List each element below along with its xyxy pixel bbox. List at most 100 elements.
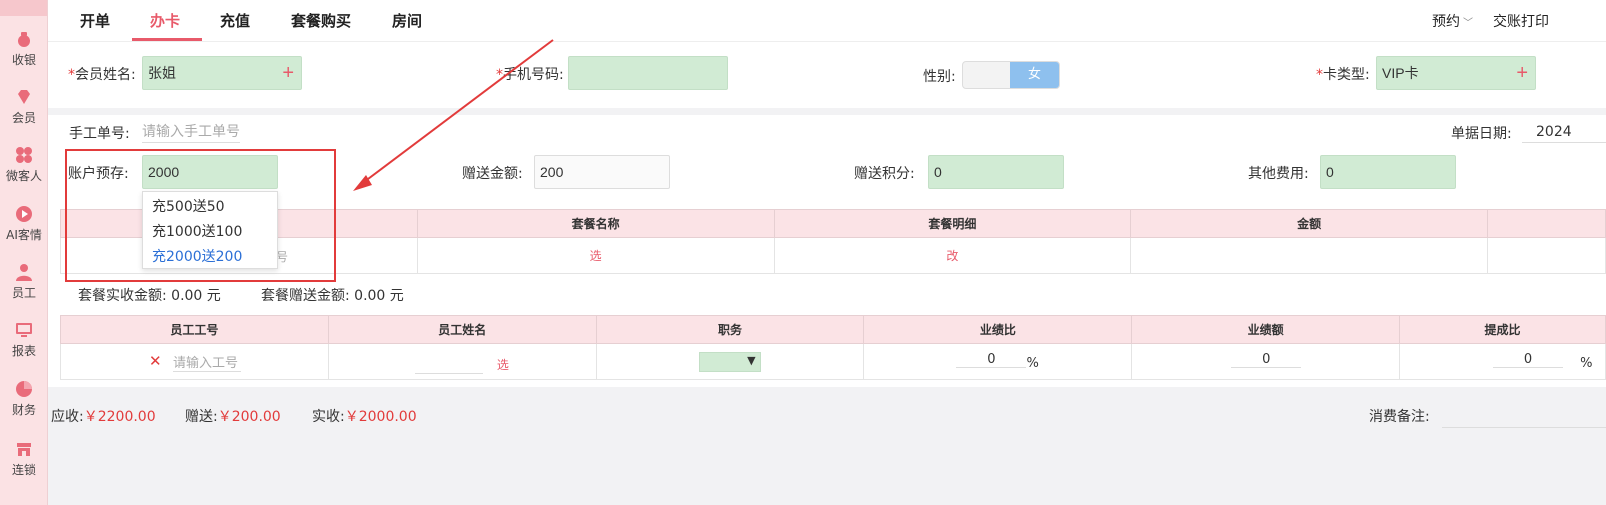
- manual-no-input[interactable]: 请输入手工单号: [142, 121, 240, 143]
- gender-label: 性别:: [923, 69, 956, 85]
- sidebar-item-label: 连锁: [11, 463, 36, 477]
- package-table-header: 套餐名称 套餐明细 金额: [60, 209, 1606, 238]
- phone-label: *手机号码:: [496, 67, 564, 83]
- reserve-label: 预约: [1432, 14, 1460, 30]
- other-fee-input[interactable]: 0: [1320, 155, 1456, 189]
- remark-label: 消费备注:: [1369, 409, 1430, 425]
- package-col-detail: 套餐明细: [773, 209, 1132, 238]
- tab-bar: 开单 办卡 充值 套餐购买 房间 预约 ﹀ 交账打印: [48, 0, 1606, 42]
- card-type-input[interactable]: VIP卡 +: [1376, 56, 1536, 90]
- staff-ratio-cell: 0 %: [863, 343, 1133, 380]
- monitor-icon: [16, 323, 32, 337]
- package-col-amount: 金额: [1130, 209, 1489, 238]
- main-area: 开单 办卡 充值 套餐购买 房间 预约 ﹀ 交账打印 *会员姓名: 张姐 + *手…: [48, 0, 1606, 505]
- package-table: 套餐名称 套餐明细 金额 号 选 改: [60, 209, 1606, 274]
- checkout-print-button[interactable]: 交账打印: [1493, 11, 1549, 31]
- deposit-option-500[interactable]: 充500送50: [152, 196, 225, 216]
- member-name-label: *会员姓名:: [68, 67, 136, 83]
- select-package-button[interactable]: 选: [590, 249, 602, 263]
- sidebar: 收银 会员 微客人 AI客情 员工 报表 财务 连锁: [0, 0, 48, 505]
- person-icon: [16, 264, 32, 281]
- sidebar-item-reports[interactable]: 报表: [0, 321, 48, 359]
- add-icon[interactable]: +: [1516, 57, 1528, 89]
- position-select[interactable]: ▼: [698, 352, 761, 372]
- gift-amount-label: 赠送金额:: [462, 166, 523, 182]
- package-amount-cell: [1130, 237, 1489, 274]
- reserve-menu[interactable]: 预约 ﹀: [1432, 11, 1473, 31]
- gender-toggle[interactable]: 女: [962, 61, 1060, 89]
- staff-no-input[interactable]: 请输入工号: [173, 352, 241, 372]
- deposit-option-2000[interactable]: 充2000送200: [152, 246, 242, 266]
- deposit-dropdown: 充500送50 充1000送100 充2000送200: [142, 191, 278, 269]
- deposit-label: 账户预存:: [68, 166, 129, 182]
- ratio-percent: %: [1026, 356, 1039, 371]
- cash-register-icon: [18, 32, 30, 47]
- table-row: ✕ 请输入工号 选 ▼ 0 % 0 0 %: [60, 343, 1606, 380]
- staff-col-commission: 提成比: [1399, 315, 1606, 344]
- sidebar-item-member[interactable]: 会员: [0, 88, 48, 126]
- select-staff-button[interactable]: 选: [497, 356, 509, 373]
- commission-percent: %: [1580, 356, 1593, 371]
- sidebar-top-strip: [0, 0, 47, 16]
- commission-input[interactable]: 0: [1493, 352, 1564, 368]
- staff-col-amount: 业绩额: [1131, 315, 1401, 344]
- staff-col-name: 员工姓名: [327, 315, 597, 344]
- date-input[interactable]: 2024: [1522, 121, 1606, 143]
- staff-amount-cell: 0: [1131, 343, 1401, 380]
- pie-chart-icon: [16, 381, 32, 397]
- sidebar-item-label: 会员: [11, 111, 36, 125]
- staff-col-ratio: 业绩比: [863, 315, 1133, 344]
- edit-package-button[interactable]: 改: [946, 249, 958, 263]
- date-label: 单据日期:: [1451, 126, 1512, 142]
- gift-points-input[interactable]: 0: [928, 155, 1064, 189]
- sidebar-item-label: 微客人: [5, 169, 42, 183]
- table-row: 号 选 改: [60, 237, 1606, 274]
- package-col-name: 套餐名称: [416, 209, 775, 238]
- add-icon[interactable]: +: [282, 57, 294, 89]
- close-icon[interactable]: ✕: [149, 352, 162, 370]
- chevron-down-icon: ﹀: [1463, 18, 1473, 29]
- tab-room[interactable]: 房间: [392, 10, 422, 31]
- staff-commission-cell: 0 %: [1399, 343, 1606, 380]
- staff-col-no: 员工工号: [60, 315, 329, 344]
- ratio-input[interactable]: 0: [956, 352, 1027, 368]
- paid-total: 实收:￥2000.00: [312, 409, 417, 425]
- due-total: 应收:￥2200.00: [51, 409, 156, 425]
- staff-name-cell: 选: [327, 343, 597, 380]
- chevron-down-icon: ▼: [747, 354, 756, 367]
- sidebar-item-label: 员工: [11, 286, 36, 300]
- sidebar-item-ai-relations[interactable]: AI客情: [0, 205, 48, 243]
- tab-recharge[interactable]: 充值: [220, 10, 250, 31]
- staff-name-input[interactable]: [414, 354, 483, 374]
- tab-package-buy[interactable]: 套餐购买: [291, 10, 351, 31]
- gift-amount-input[interactable]: 200: [534, 155, 670, 189]
- active-tab-indicator: [132, 38, 202, 41]
- sidebar-item-staff[interactable]: 员工: [0, 263, 48, 301]
- card-type-label: *卡类型:: [1316, 67, 1370, 83]
- deposit-input[interactable]: 2000: [142, 155, 278, 189]
- sidebar-item-wechat-guest[interactable]: 微客人: [0, 146, 48, 184]
- tab-open-order[interactable]: 开单: [80, 10, 110, 31]
- sidebar-item-chain[interactable]: 连锁: [0, 440, 48, 478]
- sidebar-item-finance[interactable]: 财务: [0, 380, 48, 418]
- phone-input[interactable]: [568, 56, 728, 90]
- package-extra-cell: [1487, 237, 1606, 274]
- sidebar-item-label: 收银: [11, 53, 36, 67]
- store-icon: [17, 443, 31, 456]
- sidebar-item-cashier[interactable]: 收银: [0, 30, 48, 68]
- remark-input[interactable]: [1442, 404, 1606, 428]
- gift-points-label: 赠送积分:: [854, 166, 915, 182]
- staff-no-cell: ✕ 请输入工号: [60, 343, 329, 380]
- amount-input[interactable]: 0: [1231, 352, 1302, 368]
- member-name-input[interactable]: 张姐 +: [142, 56, 302, 90]
- package-actual-summary: 套餐实收金额: 0.00 元: [78, 288, 221, 304]
- deposit-option-1000[interactable]: 充1000送100: [152, 221, 242, 241]
- package-name-cell: 选: [416, 237, 775, 274]
- manual-no-label: 手工单号:: [69, 126, 130, 142]
- gift-total: 赠送:￥200.00: [185, 409, 281, 425]
- sidebar-item-label: 财务: [11, 403, 36, 417]
- other-fee-label: 其他费用:: [1248, 166, 1309, 182]
- tab-card-issue[interactable]: 办卡: [150, 10, 180, 31]
- diamond-icon: [18, 90, 30, 104]
- package-gift-summary: 套餐赠送金额: 0.00 元: [261, 288, 404, 304]
